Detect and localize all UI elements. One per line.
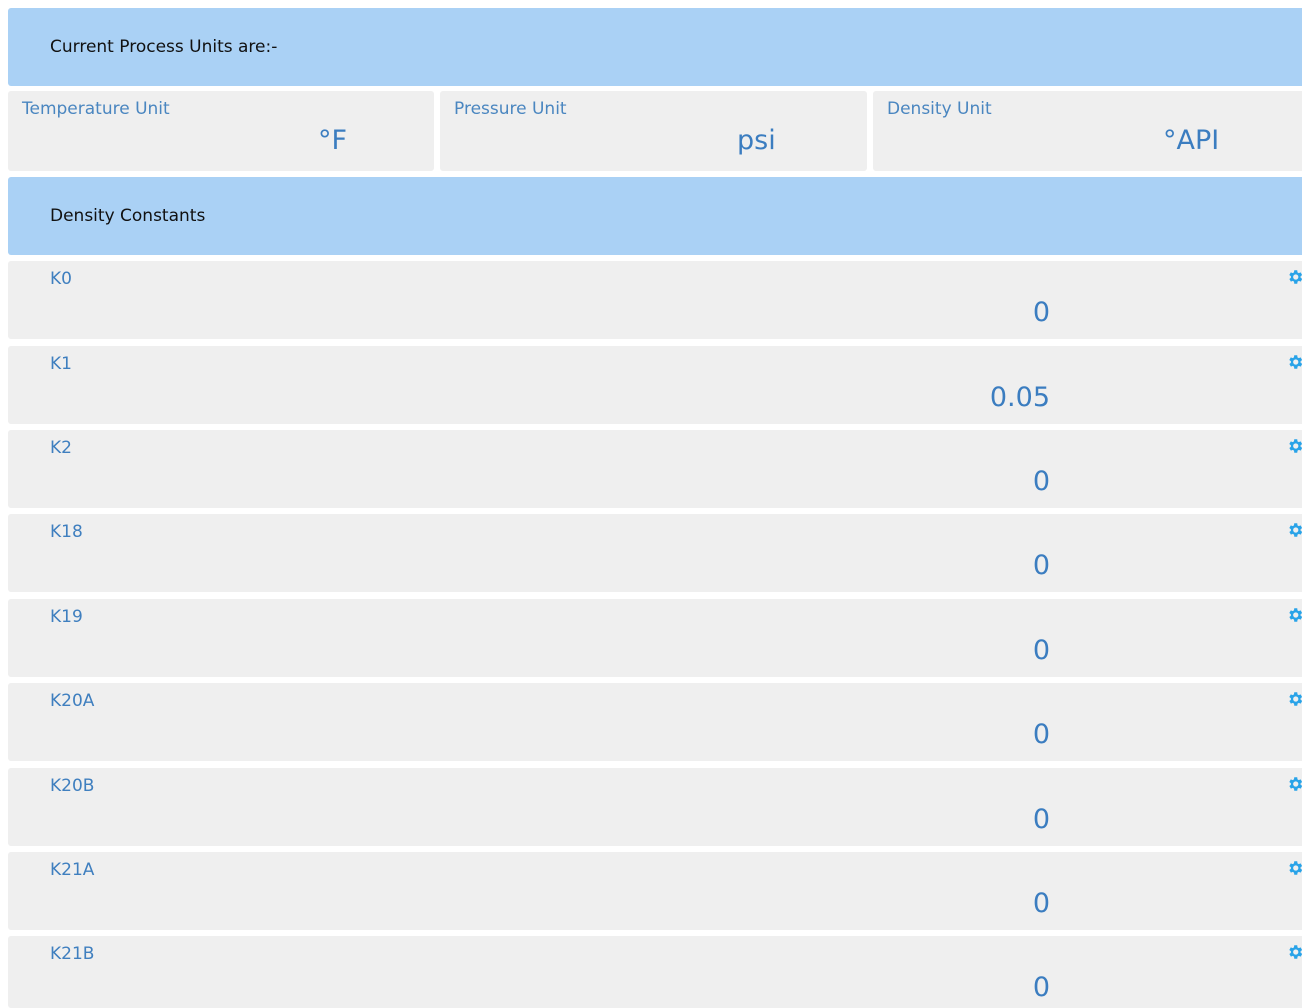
constant-label: K0 [50,269,72,289]
constant-label: K20A [50,691,95,711]
constant-value: 0 [1032,888,1050,919]
gear-icon[interactable] [1286,437,1302,455]
temperature-unit-value: °F [318,125,348,156]
density-constants-title: Density Constants [50,206,206,226]
constant-label: K18 [50,522,83,542]
constant-value: 0 [1032,972,1050,1003]
pressure-unit-value: psi [737,125,776,156]
temperature-unit-card: Temperature Unit °F [8,91,434,171]
constant-value: 0 [1032,297,1050,328]
density-unit-label: Density Unit [887,99,992,119]
constant-label: K21A [50,860,95,880]
process-units-title: Current Process Units are:- [50,37,278,57]
list-item: K21B 0 [8,936,1302,1008]
list-item: K0 0 [8,261,1302,339]
list-item: K1 0.05 [8,346,1302,424]
constant-value: 0 [1032,550,1050,581]
gear-icon[interactable] [1286,690,1302,708]
gear-icon[interactable] [1286,775,1302,793]
constant-label: K19 [50,607,83,627]
gear-icon[interactable] [1286,353,1302,371]
list-item: K2 0 [8,430,1302,508]
list-item: K20B 0 [8,768,1302,846]
constant-value: 0 [1032,635,1050,666]
gear-icon[interactable] [1286,859,1302,877]
gear-icon[interactable] [1286,268,1302,286]
constant-label: K1 [50,354,72,374]
process-units-row: Temperature Unit °F Pressure Unit psi De… [8,91,1302,171]
gear-icon[interactable] [1286,943,1302,961]
page: Current Process Units are:- Temperature … [0,0,1302,1008]
constant-label: K2 [50,438,72,458]
constant-value: 0.05 [989,382,1050,413]
constant-label: K20B [50,776,95,796]
list-item: K19 0 [8,599,1302,677]
list-item: K20A 0 [8,683,1302,761]
temperature-unit-label: Temperature Unit [22,99,170,119]
constant-value: 0 [1032,466,1050,497]
pressure-unit-label: Pressure Unit [454,99,567,119]
process-units-header: Current Process Units are:- [8,8,1302,86]
pressure-unit-card: Pressure Unit psi [440,91,867,171]
density-unit-card: Density Unit °API [873,91,1302,171]
list-item: K21A 0 [8,852,1302,930]
density-unit-value: °API [1163,125,1220,156]
gear-icon[interactable] [1286,521,1302,539]
constant-value: 0 [1032,804,1050,835]
gear-icon[interactable] [1286,606,1302,624]
list-item: K18 0 [8,514,1302,592]
constant-label: K21B [50,944,95,964]
constant-value: 0 [1032,719,1050,750]
density-constants-header: Density Constants [8,177,1302,255]
